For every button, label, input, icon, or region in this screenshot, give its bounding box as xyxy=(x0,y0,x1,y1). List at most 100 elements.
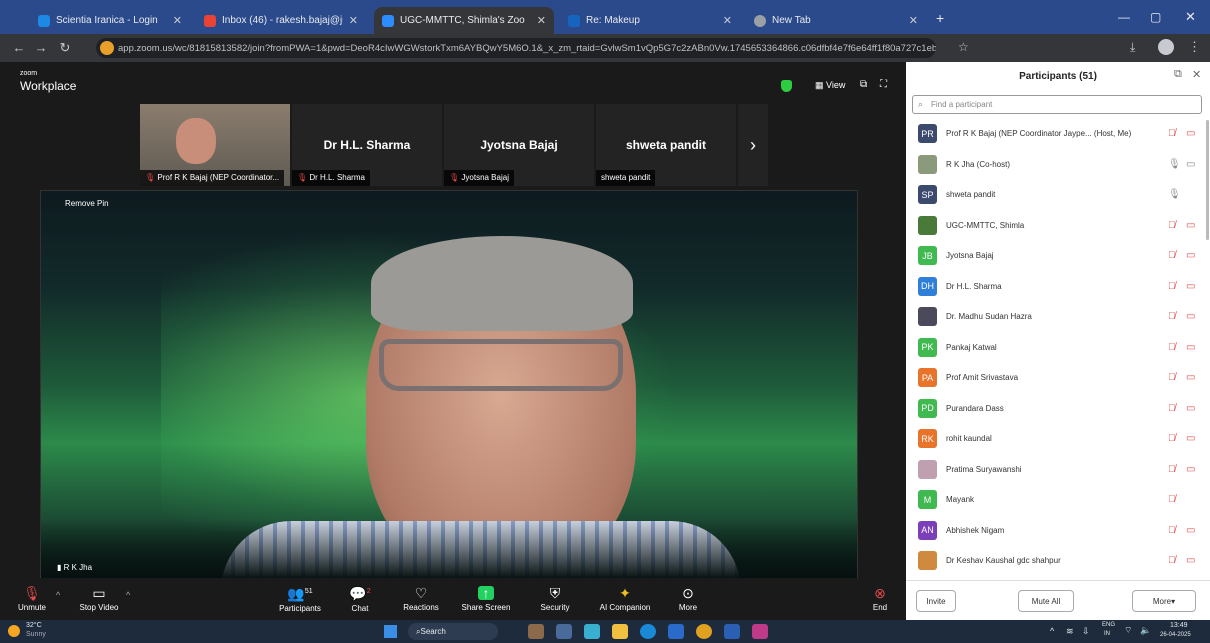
reactions-button[interactable]: ♡ Reactions xyxy=(396,578,446,620)
video-tile-jyotsna[interactable]: Jyotsna Bajaj 🎙 Jyotsna Bajaj xyxy=(444,104,594,186)
fullscreen-icon[interactable]: ⛶ xyxy=(880,79,887,90)
participant-row[interactable]: AN Abhishek Nigam 🎙̸ ▭ xyxy=(906,517,1210,544)
wifi-icon[interactable]: ⌔ xyxy=(1124,625,1132,636)
participant-row[interactable]: Dr Keshav Kaushal gdc shahpur 🎙̸ ▭ xyxy=(906,547,1210,574)
close-tab-icon[interactable]: ✕ xyxy=(173,14,182,27)
video-off-icon[interactable]: ▭ xyxy=(1186,464,1195,475)
video-off-icon[interactable]: ▭ xyxy=(1186,372,1195,383)
video-off-icon[interactable]: ▭ xyxy=(1186,342,1195,353)
store-icon[interactable] xyxy=(668,624,684,639)
unmute-button[interactable]: 🎙 Unmute xyxy=(12,578,52,620)
participant-row[interactable]: PK Pankaj Katwal 🎙̸ ▭ xyxy=(906,334,1210,361)
mic-icon[interactable]: 🎙 xyxy=(1168,189,1181,200)
close-tab-icon[interactable]: ✕ xyxy=(349,14,358,27)
video-off-icon[interactable]: ▭ xyxy=(1186,403,1195,414)
shield-check-icon[interactable] xyxy=(781,80,792,92)
video-tile-self[interactable]: 🎙 Prof R K Bajaj (NEP Coordinator... xyxy=(140,104,290,186)
chat-button[interactable]: 💬2 Chat xyxy=(340,578,380,620)
participant-row[interactable]: PR Prof R K Bajaj (NEP Coordinator Jaype.… xyxy=(906,120,1210,147)
scrollbar[interactable] xyxy=(1206,120,1209,240)
tab-newtab[interactable]: New Tab ✕ xyxy=(746,7,926,34)
edge-icon[interactable] xyxy=(640,624,656,639)
muted-mic-icon[interactable]: 🎙̸ xyxy=(1168,281,1176,292)
mute-all-button[interactable]: Mute All xyxy=(1018,590,1074,612)
participant-row[interactable]: PA Prof Amit Srivastava 🎙̸ ▭ xyxy=(906,364,1210,391)
muted-mic-icon[interactable]: 🎙̸ xyxy=(1168,525,1176,536)
chrome-icon[interactable] xyxy=(696,624,712,639)
close-window-button[interactable]: ✕ xyxy=(1185,9,1196,25)
video-off-icon[interactable]: ▭ xyxy=(1186,311,1195,322)
muted-mic-icon[interactable]: 🎙̸ xyxy=(1168,372,1176,383)
muted-mic-icon[interactable]: 🎙̸ xyxy=(1168,433,1176,444)
mic-icon[interactable]: 🎙 xyxy=(1168,159,1181,170)
participant-row[interactable]: UGC-MMTTC, Shimla 🎙̸ ▭ xyxy=(906,212,1210,239)
participant-row[interactable]: M Mayank 🎙̸ xyxy=(906,486,1210,513)
muted-mic-icon[interactable]: 🎙̸ xyxy=(1168,250,1176,261)
close-tab-icon[interactable]: ✕ xyxy=(723,14,732,27)
reload-icon[interactable]: ↻ xyxy=(54,40,76,56)
muted-mic-icon[interactable]: 🎙̸ xyxy=(1168,494,1176,505)
video-tile-shweta[interactable]: shweta pandit shweta pandit xyxy=(596,104,736,186)
word-icon[interactable] xyxy=(724,624,740,639)
audio-options-chevron-icon[interactable]: ^ xyxy=(56,590,60,600)
muted-mic-icon[interactable]: 🎙̸ xyxy=(1168,220,1176,231)
video-off-icon[interactable]: ▭ xyxy=(1186,555,1195,566)
tray-app-icon[interactable]: ≋ xyxy=(1066,626,1074,637)
more-options-button[interactable]: More ▾ xyxy=(1132,590,1196,612)
participant-row[interactable]: PD Purandara Dass 🎙̸ ▭ xyxy=(906,395,1210,422)
weather-temp[interactable]: 32°C xyxy=(26,622,42,629)
muted-mic-icon[interactable]: 🎙̸ xyxy=(1168,555,1176,566)
taskbar-app-icon[interactable] xyxy=(528,624,544,639)
file-explorer-icon[interactable] xyxy=(612,624,628,639)
video-tile-hl-sharma[interactable]: Dr H.L. Sharma 🎙 Dr H.L. Sharma xyxy=(292,104,442,186)
invite-button[interactable]: Invite xyxy=(916,590,956,612)
video-off-icon[interactable]: ▭ xyxy=(1186,525,1195,536)
muted-mic-icon[interactable]: 🎙̸ xyxy=(1168,342,1176,353)
video-off-icon[interactable]: ▭ xyxy=(1186,220,1195,231)
volume-icon[interactable]: 🔈 xyxy=(1140,625,1151,636)
tab-makeup[interactable]: Re: Makeup ✕ xyxy=(560,7,740,34)
participant-row[interactable]: RK rohit kaundal 🎙̸ ▭ xyxy=(906,425,1210,452)
new-tab-button[interactable]: + xyxy=(936,10,944,26)
security-button[interactable]: ⛨ Security xyxy=(530,578,580,620)
tray-app-icon[interactable]: ⇩ xyxy=(1082,626,1090,637)
picture-in-picture-icon[interactable]: ⧉ xyxy=(860,79,867,90)
clock-time[interactable]: 13:49 xyxy=(1170,622,1188,629)
taskbar-app-icon[interactable] xyxy=(752,624,768,639)
ai-companion-button[interactable]: ✦ AI Companion xyxy=(590,578,660,620)
view-button[interactable]: ▦ View xyxy=(815,80,845,91)
share-screen-button[interactable]: ↑ Share Screen xyxy=(456,578,516,620)
forward-arrow-icon[interactable]: → xyxy=(30,40,52,55)
back-arrow-icon[interactable]: ← xyxy=(8,40,30,55)
url-input[interactable]: app.zoom.us/wc/81815813582/join?fromPWA=… xyxy=(96,38,936,58)
taskview-icon[interactable] xyxy=(556,624,572,639)
tab-scientia[interactable]: Scientia Iranica - Login ✕ xyxy=(30,7,190,34)
close-panel-icon[interactable]: ✕ xyxy=(1192,68,1201,81)
video-options-chevron-icon[interactable]: ^ xyxy=(126,590,130,600)
language-indicator[interactable]: ENG xyxy=(1102,622,1115,628)
close-tab-icon[interactable]: ✕ xyxy=(537,14,546,27)
muted-mic-icon[interactable]: 🎙̸ xyxy=(1168,403,1176,414)
muted-mic-icon[interactable]: 🎙̸ xyxy=(1168,311,1176,322)
windows-start-icon[interactable] xyxy=(384,625,397,638)
download-icon[interactable]: ⤓ xyxy=(1130,40,1135,55)
popout-icon[interactable]: ⧉ xyxy=(1174,68,1182,81)
remove-pin-button[interactable]: Remove Pin xyxy=(65,199,109,208)
tab-zoom[interactable]: UGC-MMTTC, Shimla's Zoo ✕ xyxy=(374,7,554,34)
video-off-icon[interactable]: ▭ xyxy=(1186,433,1195,444)
participant-row[interactable]: JB Jyotsna Bajaj 🎙̸ ▭ xyxy=(906,242,1210,269)
stop-video-button[interactable]: ▭ Stop Video xyxy=(74,578,124,620)
browser-menu-icon[interactable]: ⋮ xyxy=(1188,39,1201,55)
maximize-button[interactable]: ▢ xyxy=(1150,10,1161,24)
more-button[interactable]: ⊙ More xyxy=(668,578,708,620)
close-tab-icon[interactable]: ✕ xyxy=(909,14,918,27)
participant-row[interactable]: DH Dr H.L. Sharma 🎙̸ ▭ xyxy=(906,273,1210,300)
video-off-icon[interactable]: ▭ xyxy=(1186,281,1195,292)
profile-avatar[interactable] xyxy=(1158,39,1174,55)
muted-mic-icon[interactable]: 🎙̸ xyxy=(1168,464,1176,475)
tab-gmail[interactable]: Inbox (46) - rakesh.bajaj@juitso ✕ xyxy=(196,7,366,34)
minimize-button[interactable]: — xyxy=(1118,10,1130,24)
muted-mic-icon[interactable]: 🎙̸ xyxy=(1168,128,1176,139)
participant-row[interactable]: Pratima Suryawanshi 🎙̸ ▭ xyxy=(906,456,1210,483)
participant-row[interactable]: SP shweta pandit 🎙 xyxy=(906,181,1210,208)
